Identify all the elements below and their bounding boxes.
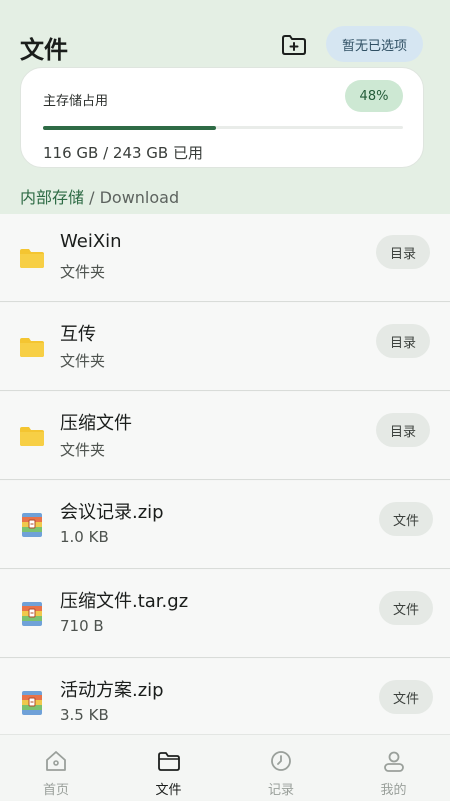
file-type-chip[interactable]: 文件	[379, 591, 433, 625]
archive-icon	[22, 513, 42, 537]
nav-tab-clock[interactable]: 记录	[225, 735, 337, 801]
nav-label: 文件	[155, 783, 182, 798]
app-header: 文件 暂无已选项 主存储占用 48% 116 GB / 243 GB 已用 内部…	[0, 0, 450, 214]
profile-icon	[382, 749, 406, 773]
file-name: WeiXin	[60, 231, 122, 252]
folder-icon	[20, 249, 44, 268]
archive-icon	[22, 602, 42, 626]
storage-progress-bar	[43, 125, 403, 130]
file-row[interactable]: 压缩文件文件夹 目录	[0, 392, 450, 480]
nav-tab-profile[interactable]: 我的	[338, 735, 450, 801]
file-name: 活动方案.zip	[60, 680, 164, 701]
archive-icon	[22, 691, 42, 715]
file-row[interactable]: 会议记录.zip 1.0 KB 文件	[0, 481, 450, 569]
file-meta: 3.5 KB	[60, 706, 109, 724]
file-meta: 文件夹	[60, 352, 106, 370]
archive-icon	[18, 600, 46, 628]
folder-icon	[18, 422, 46, 450]
nav-tab-home[interactable]: 首页	[0, 735, 112, 801]
file-name: 压缩文件.tar.gz	[60, 591, 189, 612]
nav-label: 记录	[267, 783, 294, 798]
breadcrumb-current: Download	[99, 188, 180, 207]
file-list[interactable]: WeiXin 文件夹 目录 互传 文件夹 目录 压缩文件 文件夹 目录 会议记录.zip 1.0 K…	[0, 214, 450, 734]
file-name: 互传	[60, 324, 96, 345]
folder-icon	[20, 427, 44, 446]
file-name: 压缩文件	[60, 413, 132, 434]
folder-plus-icon	[282, 35, 306, 55]
storage-label: 主存储占用	[43, 94, 109, 109]
page-title: 文件	[20, 36, 68, 64]
home-icon	[44, 749, 68, 773]
file-meta: 710 B	[60, 617, 104, 635]
storage-card: 主存储占用 48% 116 GB / 243 GB 已用	[20, 67, 424, 168]
file-type-chip[interactable]: 目录	[376, 324, 430, 358]
selection-status-pill[interactable]: 暂无已选项	[326, 26, 423, 62]
breadcrumb: 内部存储 / Download	[20, 184, 179, 208]
folder-icon	[20, 338, 44, 357]
file-type-chip[interactable]: 文件	[379, 502, 433, 536]
new-folder-button[interactable]	[279, 30, 309, 60]
nav-label: 首页	[42, 783, 69, 798]
nav-label: 我的	[380, 783, 407, 798]
file-type-chip[interactable]: 目录	[376, 235, 430, 269]
file-type-chip[interactable]: 文件	[379, 680, 433, 714]
storage-percent-badge: 48%	[345, 80, 403, 112]
folder-icon	[157, 749, 181, 773]
clock-icon	[269, 749, 293, 773]
bottom-nav: 首页 文件 记录 我的	[0, 734, 450, 800]
nav-tab-folder[interactable]: 文件	[113, 735, 225, 801]
archive-icon	[18, 689, 46, 717]
file-row[interactable]: 活动方案.zip 3.5 KB 文件	[0, 659, 450, 734]
storage-progress-fill	[43, 125, 216, 130]
storage-used-text: 116 GB / 243 GB 已用	[43, 144, 203, 162]
file-meta: 文件夹	[60, 441, 106, 459]
file-type-chip[interactable]: 目录	[376, 413, 430, 447]
file-row[interactable]: WeiXin 文件夹 目录	[0, 214, 450, 302]
file-meta: 1.0 KB	[60, 528, 109, 546]
file-meta: 文件夹	[60, 263, 106, 281]
file-row[interactable]: 压缩文件.tar.gz 710 B 文件	[0, 570, 450, 658]
file-name: 会议记录.zip	[60, 502, 164, 523]
breadcrumb-root[interactable]: 内部存储	[20, 188, 84, 207]
file-row[interactable]: 互传文件夹 目录	[0, 303, 450, 391]
folder-icon	[18, 244, 46, 272]
breadcrumb-separator: /	[89, 188, 95, 207]
archive-icon	[18, 511, 46, 539]
folder-icon	[18, 333, 46, 361]
